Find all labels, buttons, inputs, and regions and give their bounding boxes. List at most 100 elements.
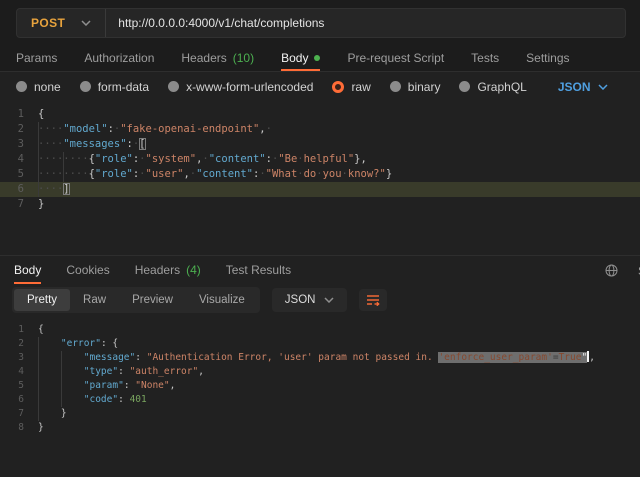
view-visualize-button[interactable]: Visualize — [186, 289, 258, 311]
body-type-options: none form-data x-www-form-urlencoded raw… — [0, 72, 640, 101]
indent-guide — [63, 152, 64, 167]
indent-guide — [38, 182, 39, 197]
response-language-dropdown[interactable]: JSON — [272, 288, 348, 312]
code-token: 'enforce_user_param' — [438, 352, 552, 363]
radio-icon — [16, 81, 27, 92]
code-line[interactable]: 1{ — [0, 323, 640, 337]
code-line[interactable]: 4········{"role":·"system",·"content":·"… — [0, 152, 640, 167]
indent-guide — [61, 379, 62, 393]
code-token: } — [61, 408, 67, 419]
indent-guide — [38, 167, 39, 182]
indent-guide — [61, 393, 62, 407]
code-line[interactable]: 7 } — [0, 407, 640, 421]
code-line[interactable]: 5········{"role":·"user",·"content":·"Wh… — [0, 167, 640, 182]
indent-guide — [38, 137, 39, 152]
request-tabs: Params Authorization Headers (10) Body P… — [0, 45, 640, 72]
indent-guide — [38, 393, 39, 407]
response-tab-headers[interactable]: Headers (4) — [135, 256, 201, 284]
response-headers-count-badge: (4) — [186, 263, 201, 277]
radio-icon — [390, 81, 401, 92]
code-line[interactable]: 5 "param": "None", — [0, 379, 640, 393]
tab-params[interactable]: Params — [16, 45, 57, 71]
globe-icon[interactable] — [605, 264, 618, 277]
radio-icon — [459, 81, 470, 92]
code-line[interactable]: 6 "code": 401 — [0, 393, 640, 407]
code-token: do — [304, 168, 317, 180]
radio-binary[interactable]: binary — [390, 80, 441, 94]
response-tab-test-results[interactable]: Test Results — [226, 256, 291, 284]
line-number: 5 — [0, 379, 38, 393]
url-input[interactable] — [106, 16, 625, 30]
code-token: ···· — [38, 138, 63, 150]
code-token: "message" — [84, 352, 135, 363]
indent-guide — [38, 365, 39, 379]
line-number: 5 — [0, 167, 38, 182]
code-token: ] — [63, 183, 69, 195]
code-token: "role" — [95, 153, 133, 165]
code-line[interactable]: 7} — [0, 197, 640, 212]
tab-body[interactable]: Body — [281, 45, 320, 71]
code-token: [ — [139, 138, 145, 150]
response-tabs: Body Cookies Headers (4) Test Results S — [0, 255, 640, 284]
radio-raw[interactable]: raw — [332, 80, 370, 94]
code-token: , — [198, 366, 204, 377]
indent-guide — [38, 152, 39, 167]
indent-guide — [38, 379, 39, 393]
code-token: "error" — [61, 338, 101, 349]
chevron-down-icon — [81, 20, 91, 26]
tab-tests[interactable]: Tests — [471, 45, 499, 71]
response-tab-body[interactable]: Body — [14, 256, 41, 284]
code-line[interactable]: 1{ — [0, 107, 640, 122]
tab-pre-request-script[interactable]: Pre-request Script — [347, 45, 444, 71]
radio-selected-icon — [332, 81, 344, 93]
line-number: 2 — [0, 122, 38, 137]
code-token: "user" — [146, 168, 184, 180]
view-preview-button[interactable]: Preview — [119, 289, 186, 311]
response-view-switcher: Pretty Raw Preview Visualize — [12, 287, 260, 313]
code-token: { — [38, 324, 44, 335]
code-token: } — [38, 198, 44, 210]
code-token: "content" — [209, 153, 266, 165]
code-line[interactable]: 6····] — [0, 182, 640, 197]
response-tab-cookies[interactable]: Cookies — [66, 256, 109, 284]
line-number: 1 — [0, 107, 38, 122]
wrap-lines-icon — [366, 294, 380, 306]
tab-settings[interactable]: Settings — [526, 45, 569, 71]
response-body-editor[interactable]: 1{2 "error": {3 "message": "Authenticati… — [0, 318, 640, 477]
wrap-lines-button[interactable] — [359, 289, 387, 311]
code-line[interactable]: 2····"model":·"fake-openai-endpoint",· — [0, 122, 640, 137]
method-dropdown[interactable]: POST — [17, 9, 105, 37]
radio-form-data[interactable]: form-data — [80, 80, 149, 94]
chevron-down-icon — [324, 297, 334, 303]
code-line[interactable]: 4 "type": "auth_error", — [0, 365, 640, 379]
view-raw-button[interactable]: Raw — [70, 289, 119, 311]
line-number: 2 — [0, 337, 38, 351]
code-line[interactable]: 3····"messages":·[ — [0, 137, 640, 152]
code-token: "fake-openai-endpoint" — [120, 123, 259, 135]
request-url-bar: POST — [16, 8, 626, 38]
request-language-dropdown[interactable]: JSON — [558, 80, 608, 94]
code-line[interactable]: 2 "error": { — [0, 337, 640, 351]
radio-graphql[interactable]: GraphQL — [459, 80, 526, 94]
line-number: 7 — [0, 197, 38, 212]
code-token: know?" — [348, 168, 386, 180]
radio-x-www-form-urlencoded[interactable]: x-www-form-urlencoded — [168, 80, 313, 94]
code-token: "code" — [84, 394, 118, 405]
tab-authorization[interactable]: Authorization — [84, 45, 154, 71]
code-token: = — [553, 352, 559, 363]
code-token — [38, 338, 61, 349]
indent-guide — [38, 407, 39, 421]
code-token: ···· — [38, 123, 63, 135]
code-token: }, — [354, 153, 367, 165]
tab-headers[interactable]: Headers (10) — [181, 45, 254, 71]
request-body-editor[interactable]: 1{2····"model":·"fake-openai-endpoint",·… — [0, 101, 640, 255]
code-line[interactable]: 8} — [0, 421, 640, 435]
indent-guide — [61, 351, 62, 365]
chevron-down-icon — [598, 84, 608, 90]
view-pretty-button[interactable]: Pretty — [14, 289, 70, 311]
radio-none[interactable]: none — [16, 80, 61, 94]
code-line[interactable]: 3 "message": "Authentication Error, 'use… — [0, 351, 640, 365]
code-token: 401 — [130, 394, 147, 405]
code-token: "system" — [146, 153, 197, 165]
code-token: "type" — [84, 366, 118, 377]
